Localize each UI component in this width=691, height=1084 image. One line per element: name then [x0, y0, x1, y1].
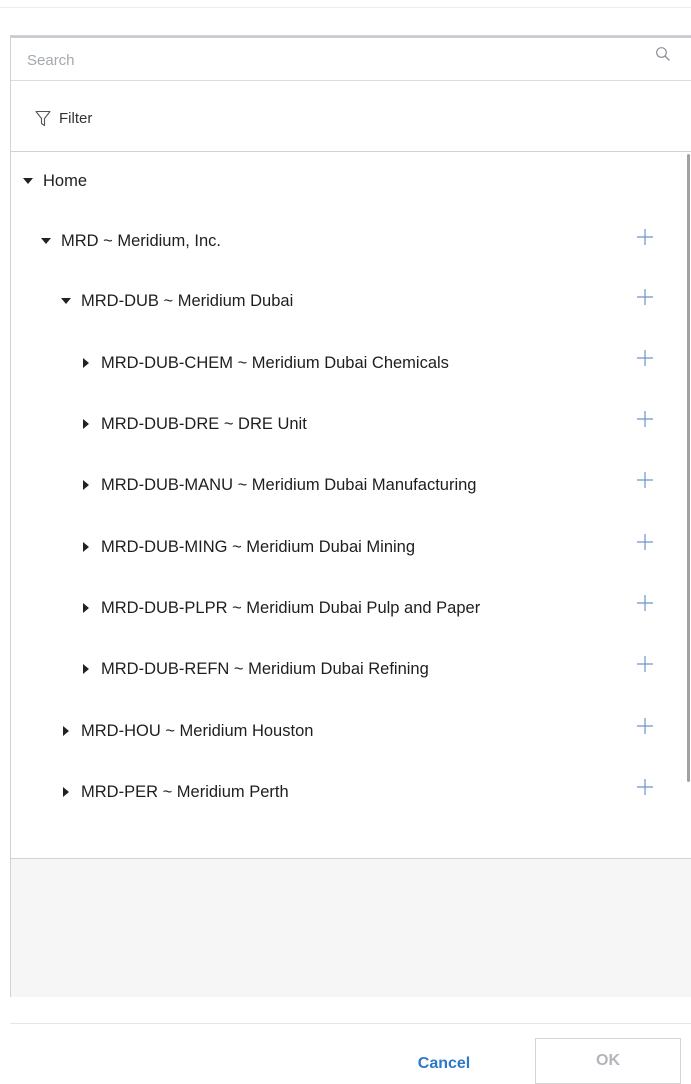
expanded-caret-icon[interactable] [21, 174, 35, 188]
add-child-plus-icon[interactable] [636, 410, 654, 428]
tree-node-home[interactable]: Home [21, 166, 87, 196]
add-child-plus-icon[interactable] [636, 717, 654, 735]
filter-bar: Filter [11, 81, 691, 152]
tree-node-label: Home [43, 171, 88, 190]
tree-node-label: MRD-DUB ~ Meridium Dubai [81, 291, 294, 310]
tree-node-mrd-dub-dre[interactable]: MRD-DUB-DRE ~ DRE Unit [79, 409, 307, 439]
tree-node-label: MRD-HOU ~ Meridium Houston [81, 721, 314, 740]
tree-node-label: MRD-DUB-REFN ~ Meridium Dubai Refining [101, 659, 429, 678]
expanded-caret-icon[interactable] [39, 234, 53, 248]
add-child-plus-icon[interactable] [636, 471, 654, 489]
collapsed-caret-icon[interactable] [79, 356, 93, 370]
add-child-plus-icon[interactable] [636, 288, 654, 306]
ok-button[interactable]: OK [535, 1038, 681, 1084]
collapsed-caret-icon[interactable] [59, 785, 73, 799]
filter-button[interactable]: Filter [27, 107, 92, 129]
search-bar [11, 36, 691, 81]
tree-node-label: MRD-DUB-MANU ~ Meridium Dubai Manufactur… [101, 475, 477, 494]
top-divider [0, 7, 691, 8]
tree-node-mrd-hou[interactable]: MRD-HOU ~ Meridium Houston [59, 716, 313, 746]
add-child-plus-icon[interactable] [636, 533, 654, 551]
tree-node-label: MRD-DUB-DRE ~ DRE Unit [101, 414, 307, 433]
add-child-plus-icon[interactable] [636, 228, 654, 246]
add-child-plus-icon[interactable] [636, 778, 654, 796]
details-area [11, 859, 691, 997]
tree-scrollbar[interactable] [687, 154, 690, 782]
cancel-button[interactable]: Cancel [400, 1050, 488, 1078]
tree-node-label: MRD-PER ~ Meridium Perth [81, 782, 289, 801]
tree-node-label: MRD-DUB-PLPR ~ Meridium Dubai Pulp and P… [101, 598, 481, 617]
tree-node-mrd-dub[interactable]: MRD-DUB ~ Meridium Dubai [59, 286, 293, 316]
filter-icon [35, 109, 51, 127]
tree-node-mrd-dub-ming[interactable]: MRD-DUB-MING ~ Meridium Dubai Mining [79, 532, 415, 562]
tree-node-mrd-dub-plpr[interactable]: MRD-DUB-PLPR ~ Meridium Dubai Pulp and P… [79, 593, 480, 623]
add-child-plus-icon[interactable] [636, 655, 654, 673]
tree-node-label: MRD-DUB-CHEM ~ Meridium Dubai Chemicals [101, 353, 449, 372]
tree-node-mrd-dub-manu[interactable]: MRD-DUB-MANU ~ Meridium Dubai Manufactur… [79, 470, 476, 500]
search-input[interactable] [11, 38, 651, 80]
tree-node-label: MRD ~ Meridium, Inc. [61, 231, 221, 250]
hierarchy-picker-panel: Filter Home MRD ~ Meridium, Inc. MRD [10, 35, 691, 997]
tree-node-mrd-dub-refn[interactable]: MRD-DUB-REFN ~ Meridium Dubai Refining [79, 654, 429, 684]
tree-node-mrd-dub-chem[interactable]: MRD-DUB-CHEM ~ Meridium Dubai Chemicals [79, 348, 449, 378]
hierarchy-tree: Home MRD ~ Meridium, Inc. MRD-DUB ~ Meri… [11, 152, 691, 859]
add-child-plus-icon[interactable] [636, 349, 654, 367]
tree-node-mrd-per[interactable]: MRD-PER ~ Meridium Perth [59, 777, 289, 807]
search-icon[interactable] [655, 46, 673, 64]
collapsed-caret-icon[interactable] [79, 478, 93, 492]
collapsed-caret-icon[interactable] [79, 662, 93, 676]
collapsed-caret-icon[interactable] [79, 417, 93, 431]
collapsed-caret-icon[interactable] [79, 540, 93, 554]
dialog-footer-divider [10, 1023, 691, 1024]
add-child-plus-icon[interactable] [636, 594, 654, 612]
collapsed-caret-icon[interactable] [79, 601, 93, 615]
expanded-caret-icon[interactable] [59, 294, 73, 308]
filter-label: Filter [59, 109, 93, 127]
tree-node-label: MRD-DUB-MING ~ Meridium Dubai Mining [101, 537, 416, 556]
collapsed-caret-icon[interactable] [59, 724, 73, 738]
tree-node-mrd[interactable]: MRD ~ Meridium, Inc. [39, 226, 221, 256]
